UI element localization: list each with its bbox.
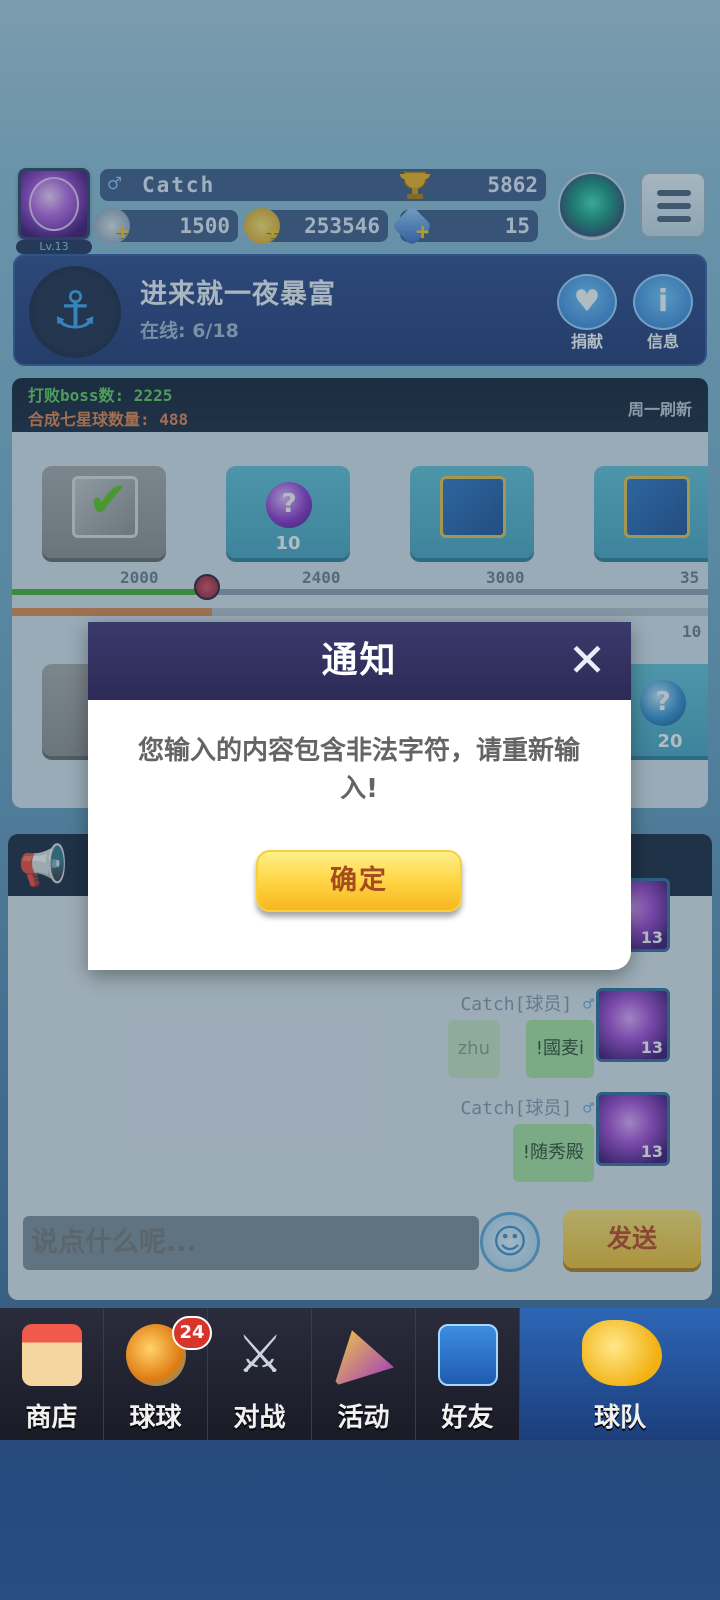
nav-shop[interactable]: 商店 <box>0 1308 104 1440</box>
nav-battle[interactable]: ⚔ 对战 <box>208 1308 312 1440</box>
confirm-button[interactable]: 确定 <box>256 850 462 912</box>
nav-events[interactable]: 活动 <box>312 1308 416 1440</box>
nav-team[interactable]: 球队 <box>520 1308 720 1440</box>
nav-friends[interactable]: 好友 <box>416 1308 520 1440</box>
shop-icon <box>22 1324 82 1386</box>
close-icon[interactable]: ✕ <box>561 632 613 688</box>
whistle-icon <box>582 1320 662 1386</box>
party-popper-icon <box>334 1330 394 1386</box>
dialog-message: 您输入的内容包含非法字符，请重新输入! <box>137 736 580 804</box>
bottom-nav: 商店 球球 ⚔ 对战 活动 好友 球队 <box>0 1308 720 1440</box>
screen-bottom-area <box>0 1440 720 1600</box>
dialog-title: 通知 <box>321 640 398 681</box>
crossed-swords-icon: ⚔ <box>236 1325 284 1385</box>
dialog-header: 通知 ✕ <box>88 622 631 700</box>
notice-dialog: 通知 ✕ 您输入的内容包含非法字符，请重新输入! 确定 <box>88 622 631 970</box>
ball-notification-badge: 24 <box>172 1316 212 1350</box>
friends-book-icon <box>438 1324 498 1386</box>
